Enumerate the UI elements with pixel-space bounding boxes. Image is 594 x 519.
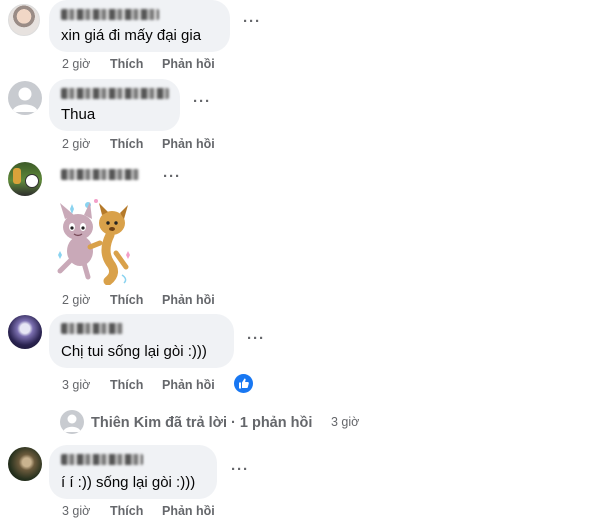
like-button[interactable]: Thích — [110, 504, 143, 518]
more-options-button[interactable]: ··· — [163, 168, 181, 185]
comment-bubble: xin giá đi mấy đại gia — [49, 0, 230, 52]
more-options-button[interactable]: ··· — [247, 330, 265, 347]
comment-time[interactable]: 2 giờ — [62, 293, 90, 307]
reply-button[interactable]: Phản hồi — [162, 293, 215, 307]
avatar[interactable] — [8, 4, 40, 36]
commenter-name-blurred[interactable] — [61, 323, 123, 334]
like-reaction-icon[interactable] — [234, 374, 253, 393]
default-user-icon — [12, 87, 38, 112]
avatar[interactable] — [8, 81, 42, 115]
reply-button[interactable]: Phản hồi — [162, 378, 215, 392]
comment-text: Thua — [61, 106, 96, 123]
reply-button[interactable]: Phản hồi — [162, 57, 215, 71]
view-replies-link[interactable]: Thiên Kim đã trả lời · 1 phản hồi — [91, 415, 312, 431]
comment-bubble: í í :)) sống lại gòi :))) — [49, 445, 217, 499]
like-button[interactable]: Thích — [110, 378, 143, 392]
more-options-button[interactable]: ··· — [193, 93, 211, 110]
avatar[interactable] — [8, 447, 42, 481]
comment-text: xin giá đi mấy đại gia — [61, 27, 202, 44]
commenter-name-blurred[interactable] — [61, 88, 169, 99]
replier-avatar[interactable] — [60, 410, 84, 434]
comment-time[interactable]: 2 giờ — [62, 57, 90, 71]
like-button[interactable]: Thích — [110, 57, 143, 71]
comment-time[interactable]: 3 giờ — [62, 378, 90, 392]
avatar[interactable] — [8, 162, 42, 196]
more-options-button[interactable]: ··· — [243, 13, 261, 30]
commenter-name-blurred[interactable] — [61, 169, 139, 180]
default-user-icon — [63, 414, 81, 432]
avatar[interactable] — [8, 315, 42, 349]
thumbs-up-icon — [239, 378, 249, 389]
comment-bubble: Chị tui sống lại gòi :))) — [49, 314, 234, 368]
commenter-name-blurred[interactable] — [61, 454, 143, 465]
commenter-name-blurred[interactable] — [61, 9, 159, 20]
comment-time[interactable]: 3 giờ — [62, 504, 90, 518]
dancing-cat-dog-sticker[interactable] — [50, 197, 136, 285]
comment-text: Chị tui sống lại gòi :))) — [61, 343, 207, 360]
reply-button[interactable]: Phản hồi — [162, 137, 215, 151]
like-button[interactable]: Thích — [110, 137, 143, 151]
like-button[interactable]: Thích — [110, 293, 143, 307]
comment-time[interactable]: 2 giờ — [62, 137, 90, 151]
reply-button[interactable]: Phản hồi — [162, 504, 215, 518]
comment-text: í í :)) sống lại gòi :))) — [61, 474, 196, 491]
comment-bubble: Thua — [49, 79, 180, 131]
reply-time: 3 giờ — [331, 415, 360, 429]
more-options-button[interactable]: ··· — [231, 461, 249, 478]
